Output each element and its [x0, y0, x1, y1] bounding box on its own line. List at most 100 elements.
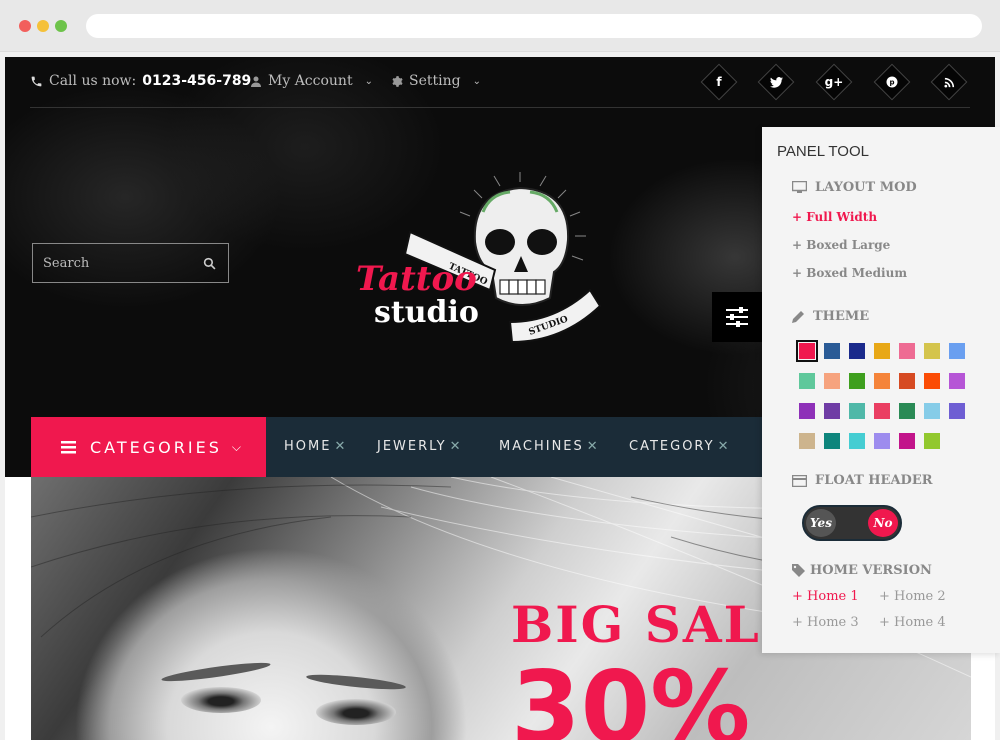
theme-color-swatch[interactable] — [849, 343, 865, 359]
call-label: Call us now: — [49, 73, 137, 89]
theme-color-swatch[interactable] — [924, 403, 940, 419]
nav-jewerly[interactable]: JEWERLY ✕ — [377, 439, 461, 454]
theme-color-swatch[interactable] — [874, 343, 890, 359]
search-box — [32, 243, 229, 283]
theme-color-swatch[interactable] — [924, 373, 940, 389]
theme-color-swatch[interactable] — [824, 343, 840, 359]
chevron-down-icon: ⌄ — [472, 75, 481, 87]
chevron-down-icon: ⌄ — [364, 75, 373, 87]
theme-color-swatch[interactable] — [874, 373, 890, 389]
rss-icon — [937, 70, 961, 94]
close-window-icon[interactable] — [19, 20, 31, 32]
setting-label: Setting — [409, 73, 461, 89]
search-input[interactable] — [43, 255, 193, 271]
home-version-4[interactable]: + Home 4 — [879, 615, 946, 630]
cross-icon: ✕ — [586, 439, 598, 454]
pinterest-link[interactable]: p — [873, 63, 911, 101]
address-bar[interactable] — [86, 14, 982, 38]
eye — [316, 699, 396, 725]
theme-color-swatch[interactable] — [899, 343, 915, 359]
tags-icon — [792, 564, 805, 577]
cross-icon: ✕ — [717, 439, 729, 454]
nav-category-label: CATEGORY — [629, 439, 715, 454]
home-version-2[interactable]: + Home 2 — [879, 589, 946, 604]
theme-color-swatch[interactable] — [924, 343, 940, 359]
logo-line-1: Tattoo — [356, 259, 477, 299]
theme-color-swatch[interactable] — [949, 403, 965, 419]
svg-text:p: p — [889, 79, 894, 87]
theme-color-swatch[interactable] — [874, 433, 890, 449]
minimize-window-icon[interactable] — [37, 20, 49, 32]
maximize-window-icon[interactable] — [55, 20, 67, 32]
layout-boxed-large[interactable]: + Boxed Large — [792, 238, 890, 252]
phone-icon — [31, 76, 42, 86]
categories-button[interactable]: CATEGORIES ⌵ — [31, 417, 266, 477]
setting-menu[interactable]: Setting ⌄ — [390, 73, 481, 89]
panel-tool: PANEL TOOL LAYOUT MOD + Full Width + Box… — [762, 127, 1000, 653]
layout-boxed-medium[interactable]: + Boxed Medium — [792, 266, 907, 280]
nav-home-label: HOME — [284, 439, 332, 454]
twitter-link[interactable] — [757, 63, 795, 101]
user-icon — [251, 76, 261, 87]
theme-color-swatch[interactable] — [849, 403, 865, 419]
float-header-yes[interactable]: Yes — [806, 509, 836, 537]
panel-toggle-button[interactable] — [712, 292, 762, 342]
theme-color-swatch[interactable] — [899, 403, 915, 419]
theme-color-swatch[interactable] — [824, 373, 840, 389]
pencil-icon — [792, 311, 804, 323]
theme-color-swatch[interactable] — [874, 403, 890, 419]
theme-color-swatch[interactable] — [849, 433, 865, 449]
monitor-icon — [792, 181, 807, 193]
theme-color-swatch[interactable] — [799, 403, 815, 419]
twitter-icon — [764, 70, 788, 94]
eye — [181, 687, 261, 713]
theme-color-swatch[interactable] — [949, 343, 965, 359]
theme-color-swatch[interactable] — [796, 340, 818, 362]
search-icon[interactable] — [203, 257, 216, 270]
facebook-link[interactable]: f — [700, 63, 738, 101]
home-version-heading: HOME VERSION — [792, 563, 932, 578]
pinterest-icon: p — [880, 70, 904, 94]
nav-category[interactable]: CATEGORY ✕ — [629, 439, 728, 454]
layout-full-width[interactable]: + Full Width — [792, 210, 877, 224]
google-plus-link[interactable]: g+ — [815, 63, 853, 101]
theme-color-swatch[interactable] — [924, 433, 940, 449]
theme-color-swatch[interactable] — [799, 373, 815, 389]
tattoo-studio-logo[interactable]: TATTOO STUDIO Tattoo studio — [350, 172, 630, 362]
sliders-icon — [726, 307, 748, 327]
nav-home[interactable]: HOME ✕ — [284, 439, 345, 454]
plus-icon: + — [879, 589, 895, 604]
logo-line-2: studio — [374, 295, 479, 330]
phone-number[interactable]: 0123-456-789 — [142, 73, 251, 89]
home-version-3[interactable]: + Home 3 — [792, 615, 859, 630]
nav-machines[interactable]: MACHINES ✕ — [499, 439, 598, 454]
home-version-1[interactable]: + Home 1 — [792, 589, 859, 604]
theme-color-swatch[interactable] — [799, 433, 815, 449]
theme-color-swatch[interactable] — [824, 403, 840, 419]
layout-mod-label: LAYOUT MOD — [815, 180, 917, 195]
big-sale-headline: BIG SALE — [511, 595, 801, 654]
rss-link[interactable] — [930, 63, 968, 101]
theme-color-swatch[interactable] — [849, 373, 865, 389]
nav-jewerly-label: JEWERLY — [377, 439, 447, 454]
home-version-label: HOME VERSION — [810, 563, 932, 578]
theme-heading: THEME — [792, 309, 869, 324]
gear-icon — [392, 75, 403, 87]
theme-color-swatch[interactable] — [824, 433, 840, 449]
float-header-label: FLOAT HEADER — [815, 473, 933, 488]
menu-icon — [61, 440, 76, 453]
card-icon — [792, 474, 807, 487]
layout-mod-heading: LAYOUT MOD — [792, 180, 917, 195]
nav-machines-label: MACHINES — [499, 439, 584, 454]
theme-color-swatch[interactable] — [899, 433, 915, 449]
plus-icon: + — [792, 615, 808, 630]
my-account-menu[interactable]: My Account ⌄ — [250, 73, 373, 89]
theme-color-swatch[interactable] — [949, 373, 965, 389]
cross-icon: ✕ — [334, 439, 346, 454]
float-header-toggle[interactable]: Yes No — [802, 505, 902, 541]
my-account-label: My Account — [268, 73, 353, 89]
theme-color-swatch[interactable] — [899, 373, 915, 389]
float-header-no[interactable]: No — [868, 509, 898, 537]
facebook-icon: f — [716, 75, 722, 89]
float-header-heading: FLOAT HEADER — [792, 473, 933, 488]
